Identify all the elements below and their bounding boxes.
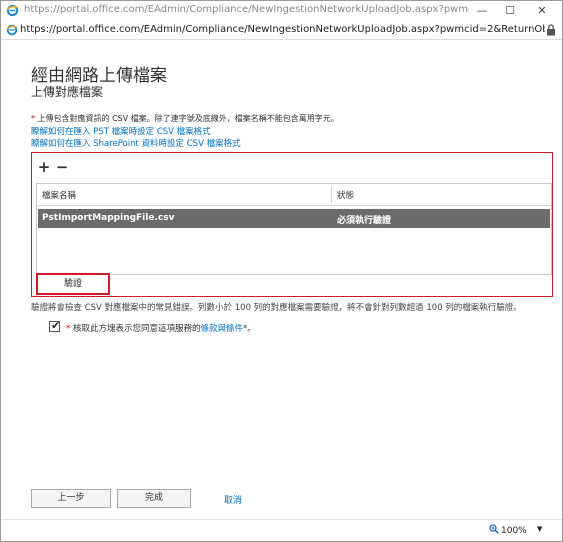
- verify-note: 驗證將會檢查 CSV 對應檔案中的常見錯誤。列數小於 100 列的對應檔案需要驗…: [31, 303, 522, 313]
- file-name-cell: PstImportMappingFile.csv: [42, 213, 175, 223]
- add-file-button[interactable]: +: [37, 160, 51, 175]
- ie-icon: [6, 4, 19, 17]
- page-subtitle: 上傳對應檔案: [31, 85, 104, 99]
- status-bar: 100% ▼: [1, 519, 562, 541]
- table-row[interactable]: PstImportMappingFile.csv 必須執行驗證: [38, 209, 550, 228]
- lock-icon: [547, 24, 555, 36]
- upload-note: * 上傳包含對應資訊的 CSV 檔案。除了連字號及底線外，檔案名稱不能包含萬用字…: [31, 113, 339, 124]
- browser-window: https://portal.office.com/EAdmin/Complia…: [0, 0, 563, 542]
- url-text[interactable]: https://portal.office.com/EAdmin/Complia…: [20, 24, 545, 35]
- address-bar[interactable]: https://portal.office.com/EAdmin/Complia…: [1, 21, 562, 40]
- chevron-down-icon[interactable]: ▼: [537, 525, 542, 533]
- column-divider: [331, 187, 332, 203]
- terms-label: * 核取此方塊表示您同意這項服務的條款與條件*。: [66, 322, 256, 334]
- zoom-icon: [489, 524, 499, 534]
- upload-note-text: 上傳包含對應資訊的 CSV 檔案。除了連字號及底線外，檔案名稱不能包含萬用字元。: [35, 114, 339, 123]
- back-button[interactable]: 上一步: [31, 489, 111, 508]
- table-header: 檔案名稱 狀態: [37, 184, 551, 206]
- close-button[interactable]: ✕: [528, 1, 556, 21]
- verify-button[interactable]: 驗證: [36, 273, 110, 295]
- terms-prefix: 核取此方塊表示您同意這項服務的: [70, 324, 201, 334]
- checkmark-icon: ✔: [51, 319, 61, 332]
- terms-suffix: *。: [242, 324, 256, 334]
- pst-help-link[interactable]: 瞭解如何在匯入 PST 檔案時設定 CSV 檔案格式: [31, 125, 211, 137]
- minimize-button[interactable]: —: [468, 1, 496, 21]
- column-header-status[interactable]: 狀態: [337, 189, 354, 201]
- finish-button[interactable]: 完成: [117, 489, 191, 508]
- title-bar: https://portal.office.com/EAdmin/Complia…: [1, 1, 562, 21]
- ie-icon: [6, 24, 18, 36]
- file-table: 檔案名稱 狀態 PstImportMappingFile.csv 必須執行驗證: [36, 183, 552, 275]
- window-title: https://portal.office.com/EAdmin/Complia…: [24, 4, 469, 15]
- column-header-file-name[interactable]: 檔案名稱: [42, 189, 76, 201]
- status-cell: 必須執行驗證: [337, 216, 392, 226]
- terms-checkbox[interactable]: ✔: [49, 319, 61, 332]
- cancel-link[interactable]: 取消: [224, 493, 242, 506]
- maximize-button[interactable]: ☐: [496, 1, 524, 21]
- zoom-control[interactable]: 100%: [489, 524, 527, 536]
- zoom-level: 100%: [501, 526, 527, 536]
- remove-file-button[interactable]: −: [55, 160, 69, 175]
- sharepoint-help-link[interactable]: 瞭解如何在匯入 SharePoint 資料時設定 CSV 檔案格式: [31, 137, 241, 149]
- terms-link[interactable]: 條款與條件: [200, 324, 243, 334]
